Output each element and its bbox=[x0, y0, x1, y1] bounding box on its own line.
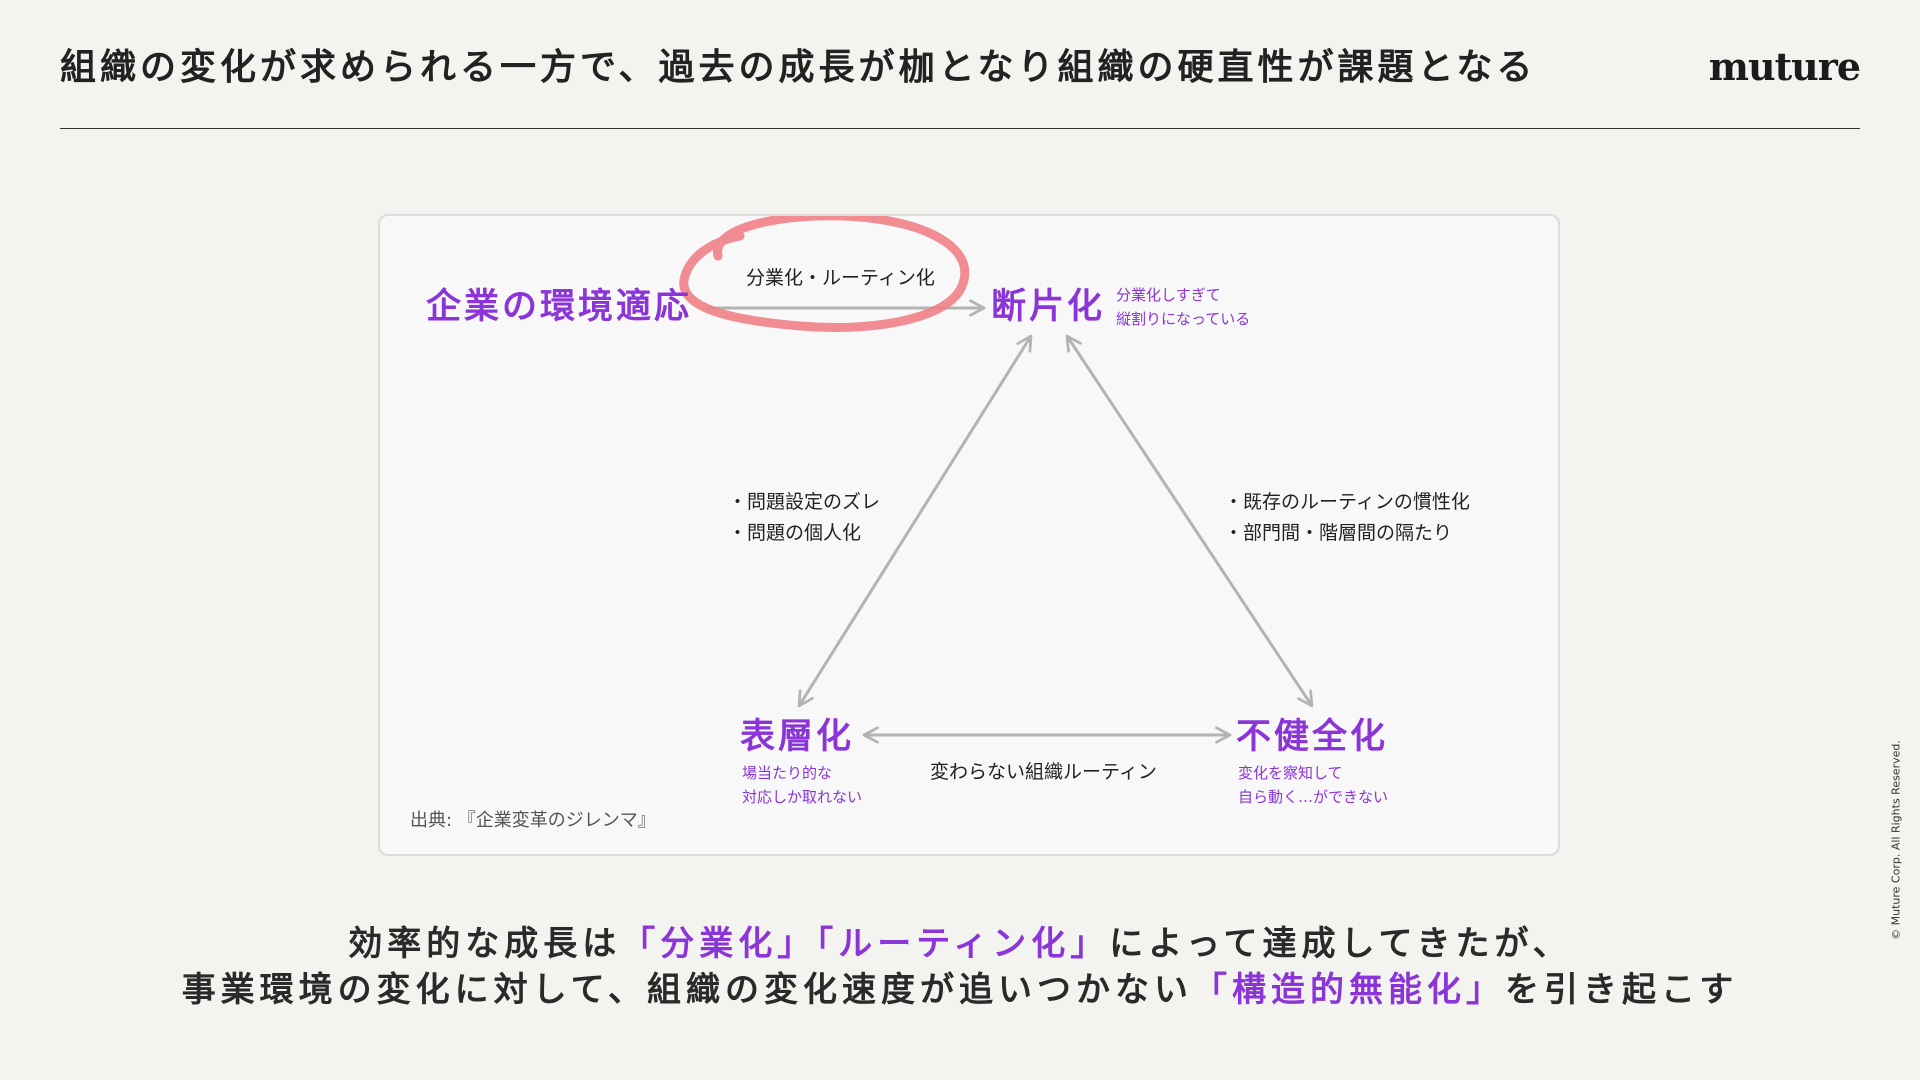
conclusion-line-2-end: を引き起こす bbox=[1504, 970, 1739, 1010]
left-edge-note-1: ・問題設定のズレ bbox=[728, 491, 880, 513]
start-edge-label: 分業化・ルーティン化 bbox=[746, 267, 935, 289]
conclusion-line-2-highlight: 「構造的無能化」 bbox=[1192, 970, 1505, 1010]
conclusion-line-1-start: 効率的な成長は bbox=[348, 924, 622, 964]
header-divider bbox=[60, 128, 1860, 129]
top-node-title: 断片化 bbox=[991, 287, 1105, 327]
right-edge-note-2: ・部門間・階層間の隔たり bbox=[1224, 522, 1452, 544]
conclusion-line-2: 事業環境の変化に対して、組織の変化速度が追いつかない「構造的無能化」を引き起こす bbox=[0, 962, 1920, 1011]
page-title: 組織の変化が求められる一方で、過去の成長が枷となり組織の硬直性が課題となる bbox=[60, 47, 1537, 88]
diagram-card: 企業の環境適応 分業化・ルーティン化 断片化 分業化しすぎて 縦割りになっている… bbox=[378, 214, 1560, 856]
left-node-title: 表層化 bbox=[740, 717, 854, 757]
edge-top-left bbox=[797, 334, 1033, 708]
cycle-diagram: 企業の環境適応 分業化・ルーティン化 断片化 分業化しすぎて 縦割りになっている… bbox=[410, 216, 1470, 831]
right-edge-note-1: ・既存のルーティンの慣性化 bbox=[1224, 491, 1470, 513]
left-node-sub-2: 対応しか取れない bbox=[742, 788, 862, 806]
bottom-edge-label: 変わらない組織ルーティン bbox=[930, 761, 1157, 783]
source-citation: 出典: 『企業変革のジレンマ』 bbox=[410, 810, 656, 831]
top-node-sub-2: 縦割りになっている bbox=[1116, 310, 1250, 328]
left-edge-note-2: ・問題の個人化 bbox=[728, 522, 861, 544]
conclusion-line-1: 効率的な成長は「分業化」「ルーティン化」によって達成してきたが、 bbox=[0, 916, 1920, 965]
start-node-title: 企業の環境適応 bbox=[426, 286, 692, 327]
right-node-sub-1: 変化を察知して bbox=[1238, 764, 1343, 782]
brand-logo: muture bbox=[1708, 44, 1861, 89]
conclusion-line-1-end: によって達成してきたが、 bbox=[1109, 924, 1572, 964]
right-node-sub-2: 自ら動く…ができない bbox=[1238, 788, 1388, 806]
copyright-notice: © Muture Corp. All Rights Reserved. bbox=[1889, 740, 1903, 940]
right-node-title: 不健全化 bbox=[1236, 716, 1388, 757]
left-node-sub-1: 場当たり的な bbox=[742, 764, 832, 782]
top-node-sub-1: 分業化しすぎて bbox=[1116, 286, 1221, 304]
conclusion-line-2-start: 事業環境の変化に対して、組織の変化速度が追いつかない bbox=[181, 970, 1193, 1010]
edge-top-right bbox=[1065, 334, 1314, 708]
conclusion-line-1-highlight: 「分業化」「ルーティン化」 bbox=[621, 924, 1110, 964]
